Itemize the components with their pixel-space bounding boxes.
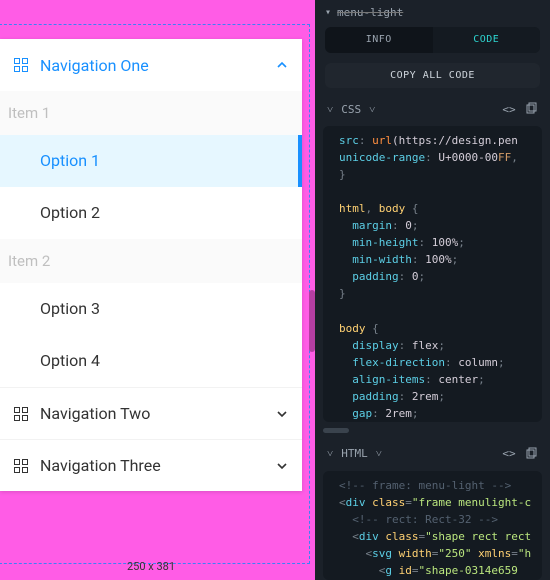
code-brackets-icon[interactable]: <>: [502, 447, 516, 461]
css-code-block[interactable]: src: url(https://design.pen unicode-rang…: [323, 126, 542, 422]
html-code-block[interactable]: <!-- frame: menu-light --> <div class="f…: [323, 471, 542, 580]
design-canvas[interactable]: Navigation One Item 1 Option 1 Option 2 …: [0, 0, 315, 580]
html-section-label: HTML: [341, 447, 368, 460]
inspector-panel: ▾ menu-light INFO CODE COPY ALL CODE ˅ C…: [315, 0, 550, 580]
nav-two-label: Navigation Two: [40, 404, 276, 423]
chevron-down-icon: ˅: [327, 447, 333, 460]
canvas-scrollbar[interactable]: [309, 290, 315, 352]
group-item-2: Item 2: [0, 239, 302, 283]
frame-name: menu-light: [337, 6, 403, 19]
code-brackets-icon[interactable]: <>: [502, 102, 516, 116]
css-horizontal-scrollbar[interactable]: [323, 426, 542, 433]
grid-icon: [14, 58, 28, 72]
frame-breadcrumb[interactable]: ▾ menu-light: [315, 0, 550, 19]
chevron-down-icon: ▾: [325, 7, 331, 18]
chevron-down-icon: ˅: [327, 103, 333, 116]
nav-one-header[interactable]: Navigation One: [0, 39, 302, 91]
chevron-down-icon: [276, 408, 288, 420]
group-item-1: Item 1: [0, 91, 302, 135]
option-1[interactable]: Option 1: [0, 135, 302, 187]
css-section-label: CSS: [341, 103, 361, 116]
tab-info[interactable]: INFO: [325, 27, 433, 53]
grid-icon: [14, 459, 28, 473]
copy-icon[interactable]: [524, 447, 538, 461]
chevron-down-icon: [276, 460, 288, 472]
chevron-up-icon: [276, 59, 288, 71]
copy-all-button[interactable]: COPY ALL CODE: [325, 63, 540, 89]
html-section-header[interactable]: ˅ HTML ˅ <>: [315, 433, 550, 467]
css-section-header[interactable]: ˅ CSS ˅ <>: [315, 88, 550, 122]
panel-tabs: INFO CODE: [325, 27, 540, 53]
selection-dimensions: 250 x 381: [127, 560, 175, 573]
grid-icon: [14, 407, 28, 421]
option-2[interactable]: Option 2: [0, 187, 302, 239]
chevron-down-icon: ˅: [369, 103, 375, 116]
chevron-down-icon: ˅: [376, 447, 382, 460]
nav-one-label: Navigation One: [40, 56, 276, 75]
copy-icon[interactable]: [524, 102, 538, 116]
menu-component: Navigation One Item 1 Option 1 Option 2 …: [0, 39, 302, 491]
nav-two-header[interactable]: Navigation Two: [0, 387, 302, 439]
nav-three-label: Navigation Three: [40, 456, 276, 475]
tab-code[interactable]: CODE: [433, 27, 541, 53]
option-4[interactable]: Option 4: [0, 335, 302, 387]
option-3[interactable]: Option 3: [0, 283, 302, 335]
nav-three-header[interactable]: Navigation Three: [0, 439, 302, 491]
